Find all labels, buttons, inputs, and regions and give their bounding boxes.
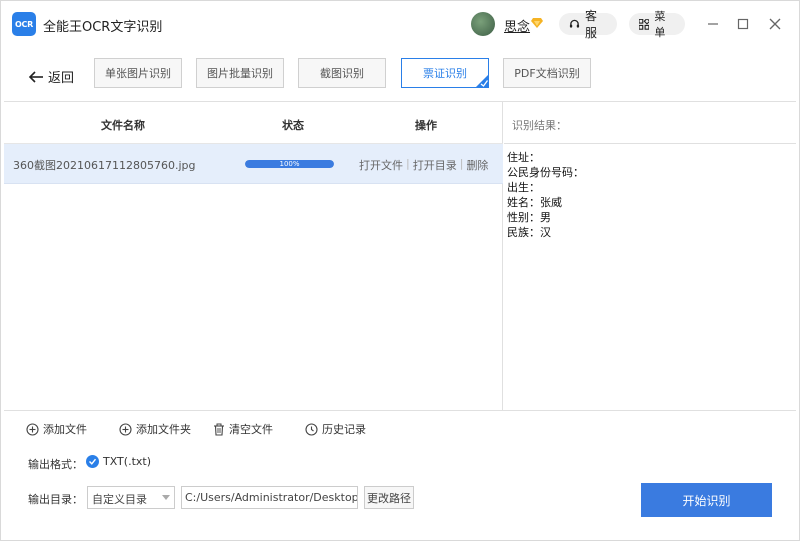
result-line: 性别：男 <box>507 211 551 224</box>
clear-files-label: 清空文件 <box>229 423 273 436</box>
history-clock-icon <box>305 422 318 436</box>
tab-label: 截图识别 <box>320 67 364 80</box>
plus-circle-icon <box>119 422 132 436</box>
tab-label: 图片批量识别 <box>207 67 273 80</box>
service-label: 客服 <box>585 9 598 40</box>
minimize-button[interactable] <box>704 15 722 33</box>
add-file-label: 添加文件 <box>43 423 87 436</box>
selected-check-icon <box>475 74 489 88</box>
output-dir-label: 输出目录： <box>28 493 83 506</box>
add-folder-button[interactable]: 添加文件夹 <box>119 421 191 437</box>
start-recognition-button[interactable]: 开始识别 <box>641 483 772 517</box>
add-folder-label: 添加文件夹 <box>136 423 191 436</box>
col-ops: 操作 <box>415 119 437 132</box>
grid-menu-icon <box>639 18 650 30</box>
result-line: 姓名：张威 <box>507 196 562 209</box>
result-header: 识别结果： <box>504 102 796 144</box>
tab-label: 票证识别 <box>423 67 467 80</box>
progress-label: 100% <box>279 160 300 168</box>
close-icon <box>769 18 781 30</box>
check-icon <box>89 458 97 465</box>
close-button[interactable] <box>766 15 784 33</box>
result-line: 出生： <box>507 181 540 194</box>
history-label: 历史记录 <box>322 423 366 436</box>
tab-batch-image[interactable]: 图片批量识别 <box>196 58 284 88</box>
app-title: 全能王OCR文字识别 <box>43 20 163 35</box>
clear-files-button[interactable]: 清空文件 <box>213 421 273 437</box>
change-path-label: 更改路径 <box>367 491 411 505</box>
delete-link[interactable]: 删除 <box>466 157 488 173</box>
separator: | <box>406 157 410 170</box>
app-logo: OCR <box>12 12 36 36</box>
title-bar: OCR 全能王OCR文字识别 思念 客服 菜单 <box>1 1 799 47</box>
chevron-down-icon <box>162 495 170 500</box>
tab-ticket-card[interactable]: 票证识别 <box>401 58 489 88</box>
plus-circle-icon <box>26 422 39 436</box>
start-label: 开始识别 <box>682 493 731 508</box>
col-filename: 文件名称 <box>101 119 145 132</box>
dir-path-input[interactable]: C:/Users/Administrator/Desktop/OC <box>181 486 358 509</box>
tab-screenshot[interactable]: 截图识别 <box>298 58 386 88</box>
tab-label: 单张图片识别 <box>105 67 171 80</box>
row-actions: 打开文件 | 打开目录 | 删除 <box>359 157 488 173</box>
arrow-left-icon <box>28 70 43 83</box>
open-file-link[interactable]: 打开文件 <box>359 157 403 173</box>
back-button[interactable]: 返回 <box>28 67 74 86</box>
history-button[interactable]: 历史记录 <box>305 421 366 437</box>
result-line: 住址： <box>507 151 540 164</box>
file-table-header: 文件名称 状态 操作 <box>4 102 503 144</box>
minimize-icon <box>708 23 718 25</box>
file-list-pane: 文件名称 状态 操作 360截图20210617112805760.jpg 10… <box>4 102 503 411</box>
result-text[interactable]: 住址： 公民身份号码： 出生： 姓名：张威 性别：男 民族：汉 <box>507 150 584 240</box>
add-file-button[interactable]: 添加文件 <box>26 421 87 437</box>
username-link[interactable]: 思念 <box>504 16 530 35</box>
result-pane: 识别结果： 住址： 公民身份号码： 出生： 姓名：张威 性别：男 民族：汉 <box>504 102 796 411</box>
bottom-panel: 添加文件 添加文件夹 清空文件 历史记录 输出格式： TXT(.txt) 输出目… <box>4 410 796 538</box>
file-name: 360截图20210617112805760.jpg <box>13 159 196 172</box>
tab-pdf[interactable]: PDF文档识别 <box>503 58 591 88</box>
tab-single-image[interactable]: 单张图片识别 <box>94 58 182 88</box>
result-line: 公民身份号码： <box>507 166 584 179</box>
menu-label: 菜单 <box>654 10 666 39</box>
open-dir-link[interactable]: 打开目录 <box>413 157 457 173</box>
vip-diamond-icon <box>531 18 543 28</box>
format-value: TXT(.txt) <box>103 455 151 468</box>
col-status: 状态 <box>282 119 304 132</box>
output-format-label: 输出格式： <box>28 458 83 471</box>
app-window: OCR 全能王OCR文字识别 思念 客服 菜单 返回 单张图片识别 图片批量识别… <box>0 0 800 541</box>
separator: | <box>459 157 464 170</box>
result-title: 识别结果： <box>512 119 567 132</box>
service-button[interactable]: 客服 <box>559 9 617 40</box>
maximize-button[interactable] <box>734 15 752 33</box>
avatar[interactable] <box>471 12 495 36</box>
main-area: 文件名称 状态 操作 360截图20210617112805760.jpg 10… <box>4 101 796 411</box>
menu-button[interactable]: 菜单 <box>629 10 685 39</box>
tab-label: PDF文档识别 <box>514 67 580 80</box>
back-label: 返回 <box>48 71 75 86</box>
result-line: 民族：汉 <box>507 226 551 239</box>
change-path-button[interactable]: 更改路径 <box>364 486 414 509</box>
format-checkbox[interactable] <box>86 455 99 468</box>
dir-select[interactable]: 自定义目录 <box>87 486 175 509</box>
table-row[interactable]: 360截图20210617112805760.jpg 100% 打开文件 | 打… <box>4 144 503 184</box>
headset-icon <box>569 19 580 28</box>
dir-select-value: 自定义目录 <box>92 493 147 506</box>
maximize-icon <box>737 18 749 30</box>
trash-icon <box>214 423 224 436</box>
mode-toolbar: 返回 单张图片识别 图片批量识别 截图识别 票证识别 PDF文档识别 <box>1 47 799 101</box>
